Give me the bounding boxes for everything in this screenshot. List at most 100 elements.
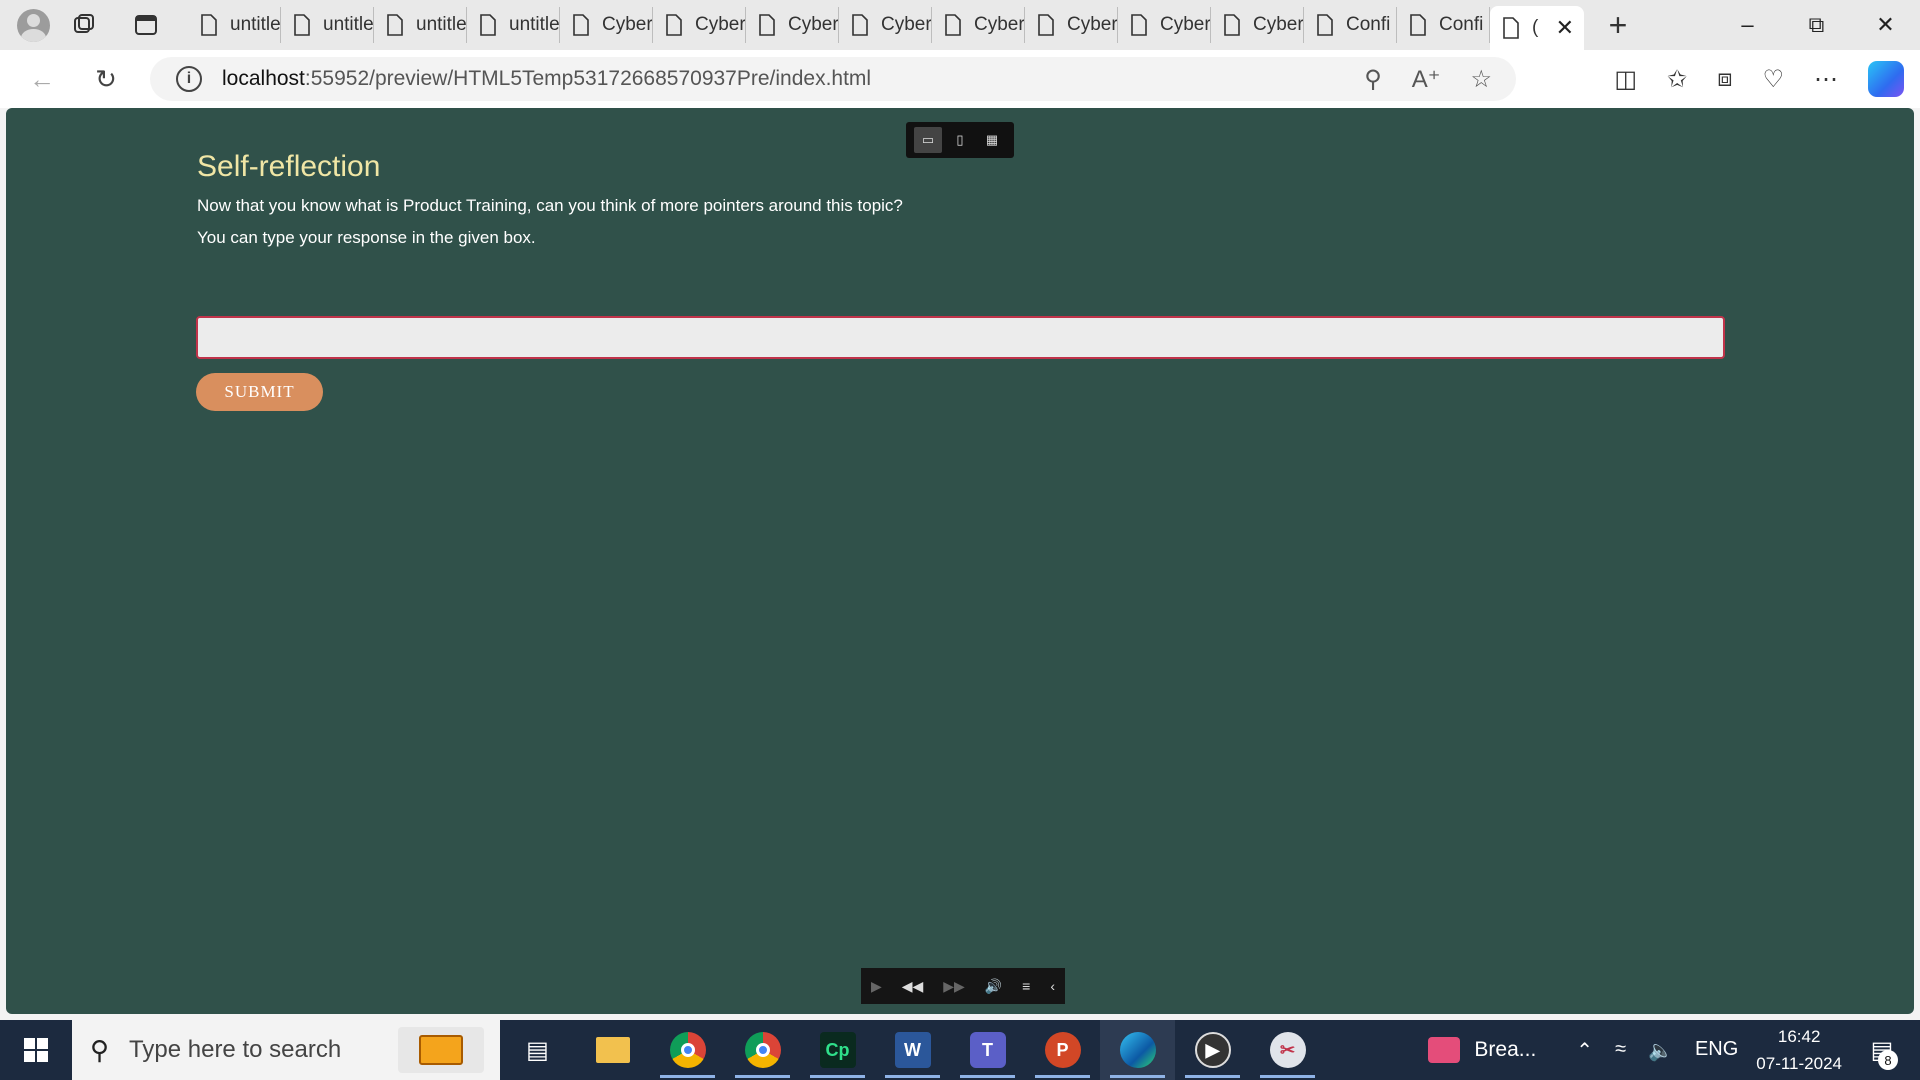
tab[interactable]: Cyber xyxy=(932,7,1025,43)
browser-essentials-icon[interactable]: ♡ xyxy=(1762,65,1784,94)
instruction-text: You can type your response in the given … xyxy=(197,228,536,247)
tab-label: untitled xyxy=(230,14,281,35)
new-tab-button[interactable]: + xyxy=(1594,5,1642,45)
tab-label: Cyber xyxy=(1067,14,1118,35)
edge-icon[interactable] xyxy=(1100,1020,1175,1080)
read-aloud-icon[interactable]: A⁺ xyxy=(1412,65,1441,94)
copilot-icon[interactable] xyxy=(1868,61,1904,97)
tab[interactable]: Cyber xyxy=(746,7,839,43)
running-app-label: Brea... xyxy=(1474,1038,1537,1061)
page-icon xyxy=(1503,17,1519,39)
tab[interactable]: Confi xyxy=(1304,7,1397,43)
taskbar-search-box[interactable]: ⚲ Type here to search xyxy=(72,1020,500,1080)
menu-icon[interactable]: ≡ xyxy=(1022,978,1030,994)
wifi-icon[interactable]: ≈ xyxy=(1615,1038,1626,1063)
page-icon xyxy=(1410,14,1426,36)
page-icon xyxy=(852,14,868,36)
captivate-icon[interactable]: Cp xyxy=(800,1020,875,1080)
tab-label: Confi xyxy=(1439,14,1484,35)
language-indicator[interactable]: ENG xyxy=(1695,1038,1738,1063)
page-icon xyxy=(480,14,496,36)
snipping-tool-icon[interactable]: ✂ xyxy=(1250,1020,1325,1080)
split-screen-icon[interactable]: ◫ xyxy=(1614,65,1637,94)
tab-label: untitled xyxy=(323,14,374,35)
media-player-icon[interactable]: ▶ xyxy=(1175,1020,1250,1080)
tab-label: untitled xyxy=(416,14,467,35)
play-icon[interactable]: ▶ xyxy=(871,978,882,995)
vertical-tabs-icon[interactable] xyxy=(126,7,166,43)
page-icon xyxy=(294,14,310,36)
site-info-icon[interactable]: i xyxy=(176,66,202,92)
tab[interactable]: Cyber xyxy=(560,7,653,43)
chrome-profile-icon[interactable] xyxy=(725,1020,800,1080)
tab[interactable]: untitled xyxy=(188,7,281,43)
response-input[interactable] xyxy=(196,316,1725,359)
tablet-view-icon[interactable]: ▯ xyxy=(946,127,974,153)
address-bar[interactable]: i localhost:55952/preview/HTML5Temp53172… xyxy=(150,57,1516,101)
forward-icon[interactable]: ▶▶ xyxy=(943,978,965,995)
page-icon xyxy=(759,14,775,36)
notification-count: 8 xyxy=(1878,1050,1898,1070)
task-view-icon[interactable]: ▤ xyxy=(500,1020,575,1080)
tab-label: untitled xyxy=(509,14,560,35)
profile-avatar-icon[interactable] xyxy=(17,8,50,42)
page-content: ▭ ▯ ▦ Self-reflection Now that you know … xyxy=(6,108,1914,1014)
tab[interactable]: Confi xyxy=(1397,7,1490,43)
playback-controls: ▶ ◀◀ ▶▶ 🔊 ≡ ‹ xyxy=(861,968,1065,1004)
volume-tray-icon[interactable]: 🔈 xyxy=(1648,1038,1673,1063)
tab-active[interactable]: (✕ xyxy=(1490,6,1584,50)
tab-label: Cyber xyxy=(1253,14,1304,35)
more-menu-icon[interactable]: ⋯ xyxy=(1814,65,1838,94)
tab-label: Cyber xyxy=(1160,14,1211,35)
preview-device-switcher: ▭ ▯ ▦ xyxy=(906,122,1014,158)
collections-icon[interactable]: ⧈ xyxy=(1717,65,1732,93)
mobile-view-icon[interactable]: ▦ xyxy=(978,127,1006,153)
tab[interactable]: Cyber xyxy=(653,7,746,43)
close-window-button[interactable]: ✕ xyxy=(1851,0,1920,50)
submit-button[interactable]: SUBMIT xyxy=(196,373,323,411)
tab-label: Cyber xyxy=(788,14,839,35)
notification-center-icon[interactable]: ▤ 8 xyxy=(1862,1030,1902,1070)
favorites-icon[interactable]: ✩ xyxy=(1667,65,1687,94)
url-text[interactable]: localhost:55952/preview/HTML5Temp5317266… xyxy=(222,67,871,91)
file-explorer-icon[interactable] xyxy=(575,1020,650,1080)
chrome-icon[interactable] xyxy=(650,1020,725,1080)
tab-label: Confi xyxy=(1346,14,1391,35)
desktop-view-icon[interactable]: ▭ xyxy=(914,127,942,153)
page-icon xyxy=(1317,14,1333,36)
tab-label: Cyber xyxy=(695,14,746,35)
tab[interactable]: Cyber xyxy=(1025,7,1118,43)
restore-button[interactable]: ⧉ xyxy=(1782,0,1851,50)
teams-icon[interactable]: T xyxy=(950,1020,1025,1080)
windows-start-icon[interactable] xyxy=(0,1020,72,1080)
tab[interactable]: untitled xyxy=(281,7,374,43)
tab[interactable]: Cyber xyxy=(1211,7,1304,43)
briefcase-icon xyxy=(398,1027,484,1073)
address-bar-row: ← ↻ i localhost:55952/preview/HTML5Temp5… xyxy=(0,50,1920,108)
close-tab-icon[interactable]: ✕ xyxy=(1556,15,1574,41)
volume-icon[interactable]: 🔊 xyxy=(985,978,1002,995)
refresh-icon[interactable]: ↻ xyxy=(84,57,128,101)
tab-label: Cyber xyxy=(881,14,932,35)
page-icon xyxy=(573,14,589,36)
favorite-star-icon[interactable]: ☆ xyxy=(1470,65,1492,94)
minimize-button[interactable]: – xyxy=(1713,0,1782,50)
show-hidden-icons-icon[interactable]: ⌃ xyxy=(1576,1038,1593,1063)
tab[interactable]: untitled xyxy=(374,7,467,43)
page-icon xyxy=(666,14,682,36)
clock[interactable]: 16:42 07-11-2024 xyxy=(1756,1023,1842,1077)
running-app-breaking[interactable]: Brea... xyxy=(1428,1037,1536,1063)
browser-tab-strip: untitled untitled untitled untitled Cyber Cyb… xyxy=(0,0,1920,50)
word-icon[interactable]: W xyxy=(875,1020,950,1080)
tab[interactable]: Cyber xyxy=(1118,7,1211,43)
rewind-icon[interactable]: ◀◀ xyxy=(902,978,924,995)
clock-date: 07-11-2024 xyxy=(1756,1054,1842,1073)
tab[interactable]: Cyber xyxy=(839,7,932,43)
workspaces-icon[interactable] xyxy=(64,7,104,43)
page-icon xyxy=(945,14,961,36)
back-icon[interactable]: ← xyxy=(20,57,64,101)
tab[interactable]: untitled xyxy=(467,7,560,43)
collapse-icon[interactable]: ‹ xyxy=(1050,978,1055,994)
zoom-icon[interactable]: ⚲ xyxy=(1364,65,1382,94)
powerpoint-icon[interactable]: P xyxy=(1025,1020,1100,1080)
